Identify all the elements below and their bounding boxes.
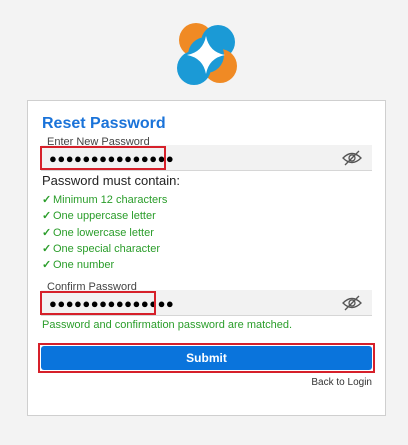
confirm-password-highlight [40,291,156,315]
requirement-item: ✓ One number [42,257,167,273]
eye-off-icon[interactable] [342,150,362,166]
check-icon: ✓ [42,210,52,223]
requirement-item: ✓ One lowercase letter [42,225,167,241]
check-icon: ✓ [42,194,52,206]
requirement-item: ✓ One special character [42,241,167,257]
submit-highlight [38,343,375,373]
requirement-item: ✓ One uppercase letter [42,208,167,224]
check-icon: ✓ [42,226,52,239]
page-title: Reset Password [42,115,166,132]
requirement-item: ✓ Minimum 12 characters [42,192,167,208]
password-match-message: Password and confirmation password are m… [42,319,293,331]
requirements-heading: Password must contain: [42,173,181,188]
check-icon: ✓ [42,259,52,272]
app-logo-icon [177,23,237,85]
check-icon: ✓ [42,242,52,255]
requirements-list: ✓ Minimum 12 characters ✓ One uppercase le… [42,192,167,273]
eye-off-icon[interactable] [342,295,362,311]
reset-password-card: Reset Password Enter New Password ●●●●●●… [27,100,386,416]
back-to-login-link[interactable]: Back to Login [311,377,372,388]
new-password-highlight [40,146,166,170]
